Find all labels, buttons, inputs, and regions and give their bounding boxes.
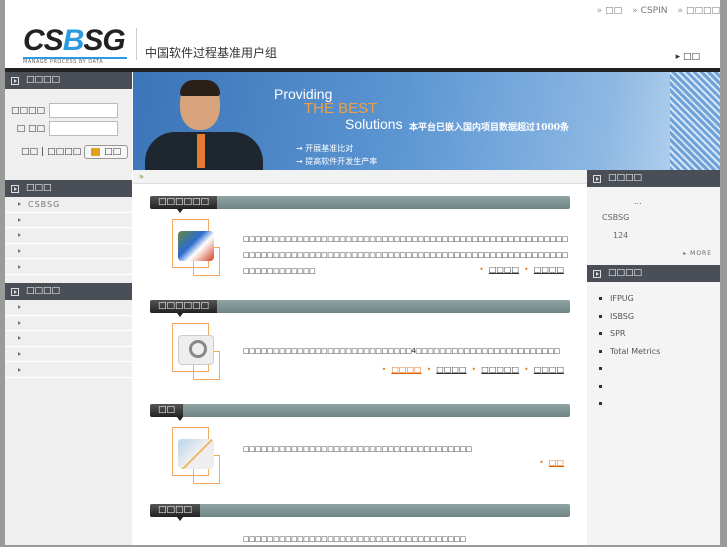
section-link[interactable]: □□□□ bbox=[436, 365, 466, 374]
menu-1-item[interactable] bbox=[5, 228, 132, 244]
businessman-photo bbox=[145, 80, 265, 170]
triangle-icon bbox=[18, 367, 21, 372]
section-title: □□□□□□ bbox=[150, 196, 218, 213]
login-button[interactable]: □□ bbox=[84, 145, 129, 159]
password-label: □ □□ bbox=[16, 123, 45, 134]
org-name: 中国软件过程基准用户组 bbox=[145, 46, 278, 60]
section-link[interactable]: □□□□ bbox=[391, 365, 421, 374]
section-link[interactable]: □□ bbox=[549, 458, 564, 467]
building-graphic bbox=[670, 72, 720, 170]
section-link[interactable]: □□□□□ bbox=[481, 365, 519, 374]
password-input[interactable] bbox=[49, 121, 118, 136]
menu-2-item[interactable] bbox=[5, 347, 132, 363]
login-panel: □□□□ □ □□ □□ | □□□□ □□ bbox=[5, 89, 132, 180]
hero-banner: Providing THE BEST Solutions 本平台已嵌入国内项目数… bbox=[133, 72, 720, 170]
section-title: □□□□□□ bbox=[150, 300, 218, 317]
top-link-1[interactable]: » □□ bbox=[597, 6, 623, 16]
box-arrow-icon bbox=[11, 76, 19, 85]
link-item[interactable]: SPR bbox=[587, 325, 720, 343]
section-1: □□□□□□ □□□□□□□□□□□□□□□□□□□□□□□□□□□□□□□□□… bbox=[150, 196, 570, 300]
menu-2-item[interactable] bbox=[5, 300, 132, 316]
links-header: □□□□ bbox=[587, 265, 720, 282]
top-link-cspin[interactable]: » CSPIN bbox=[632, 6, 667, 16]
section-link[interactable]: □□□□ bbox=[534, 365, 564, 374]
box-arrow-icon bbox=[593, 269, 601, 278]
main-content: □□□□□□ □□□□□□□□□□□□□□□□□□□□□□□□□□□□□□□□□… bbox=[150, 196, 570, 544]
top-links: » □□ » CSPIN » □□□□ bbox=[597, 6, 720, 16]
page: » □□ » CSPIN » □□□□ CSBSG MANAGE PROCESS BY… bbox=[5, 0, 720, 545]
triangle-icon bbox=[18, 320, 21, 325]
forgot-link[interactable]: □□□□ bbox=[47, 147, 81, 157]
banner-slogan: 本平台已嵌入国内项目数据超过1000条 bbox=[409, 123, 570, 133]
box-arrow-icon bbox=[593, 174, 601, 183]
triangle-icon bbox=[18, 336, 21, 341]
menu-1-header: □□□ bbox=[5, 180, 132, 197]
breadcrumb: » bbox=[133, 170, 587, 184]
section-3: □□ □□□□□□□□□□□□□□□□□□□□□□□□□□□□□□□□□□□□□… bbox=[150, 404, 570, 504]
more-link[interactable]: ▸ MORE bbox=[683, 250, 712, 257]
divider bbox=[136, 28, 137, 60]
database-report-icon bbox=[172, 219, 220, 277]
protractor-pencil-icon bbox=[172, 427, 220, 485]
logo[interactable]: CSBSG MANAGE PROCESS BY DATA bbox=[23, 26, 127, 65]
section-title: □□□□ bbox=[150, 504, 201, 521]
section-2: □□□□□□ □□□□□□□□□□□□□□□□□□□□□□□□□□□□4□□□□… bbox=[150, 300, 570, 404]
register-link[interactable]: □□ bbox=[21, 147, 38, 157]
section-4: □□□□ □□□□□□□□□□□□□□□□□□□□□□□□□□□□□□□□□□□… bbox=[150, 504, 570, 544]
right-sidebar: □□□□ ... CSBSG 124 ▸ MORE □□□□ IFPUG ISB… bbox=[587, 170, 720, 545]
triangle-icon bbox=[18, 202, 21, 207]
menu-2-header: □□□□ bbox=[5, 283, 132, 300]
link-item[interactable] bbox=[587, 378, 720, 396]
section-link[interactable]: □□□□ bbox=[489, 265, 519, 274]
username-label: □□□□ bbox=[10, 105, 45, 116]
link-item[interactable]: Total Metrics bbox=[587, 343, 720, 361]
section-text: □□□□□□□□□□□□□□□□□□□□□□□□□□□□4□□□□□□□□□□□… bbox=[243, 347, 560, 355]
menu-2-item[interactable] bbox=[5, 316, 132, 332]
menu-2-item[interactable] bbox=[5, 362, 132, 378]
logo-tagline: MANAGE PROCESS BY DATA bbox=[23, 57, 127, 65]
magnifier-icon bbox=[172, 323, 220, 381]
section-text: □□□□□□□□□□□□□□□□□□□□□□□□□□□□□□□□□□□□□□ bbox=[243, 445, 472, 453]
triangle-icon bbox=[18, 352, 21, 357]
menu-1-item[interactable] bbox=[5, 259, 132, 275]
box-arrow-icon bbox=[11, 184, 19, 193]
home-link[interactable]: ▸ □□ bbox=[676, 52, 700, 62]
link-item[interactable] bbox=[587, 395, 720, 413]
link-item[interactable]: IFPUG bbox=[587, 290, 720, 308]
news-ellipsis: ... bbox=[634, 197, 642, 206]
banner-line-3: Solutions bbox=[345, 116, 403, 132]
triangle-icon bbox=[18, 249, 21, 254]
banner-bullets: → 开展基准比对 → 提高软件开发生产率 bbox=[296, 144, 378, 166]
triangle-icon bbox=[18, 305, 21, 310]
triangle-icon bbox=[18, 264, 21, 269]
box-arrow-icon bbox=[11, 287, 19, 296]
news-header: □□□□ bbox=[587, 170, 720, 187]
menu-1-item[interactable] bbox=[5, 213, 132, 229]
menu-1-item[interactable]: CSBSG bbox=[5, 197, 132, 213]
section-title: □□ bbox=[150, 404, 184, 421]
news-count: 124 bbox=[613, 231, 629, 240]
login-header: □□□□ bbox=[5, 72, 132, 89]
triangle-icon bbox=[18, 217, 21, 222]
news-panel: ... CSBSG 124 ▸ MORE bbox=[587, 187, 720, 265]
top-link-3[interactable]: » □□□□ bbox=[677, 6, 720, 16]
news-item[interactable]: CSBSG bbox=[602, 213, 629, 222]
username-input[interactable] bbox=[49, 103, 118, 118]
triangle-icon bbox=[18, 233, 21, 238]
menu-1-item[interactable] bbox=[5, 244, 132, 260]
lock-icon bbox=[91, 148, 101, 156]
menu-2-item[interactable] bbox=[5, 331, 132, 347]
section-link[interactable]: □□□□ bbox=[534, 265, 564, 274]
left-sidebar: □□□□ □□□□ □ □□ □□ | □□□□ □□ □□□ CSBSG □□□… bbox=[5, 72, 132, 545]
banner-line-2: THE BEST bbox=[304, 100, 378, 117]
link-item[interactable] bbox=[587, 360, 720, 378]
link-item[interactable]: ISBSG bbox=[587, 308, 720, 326]
